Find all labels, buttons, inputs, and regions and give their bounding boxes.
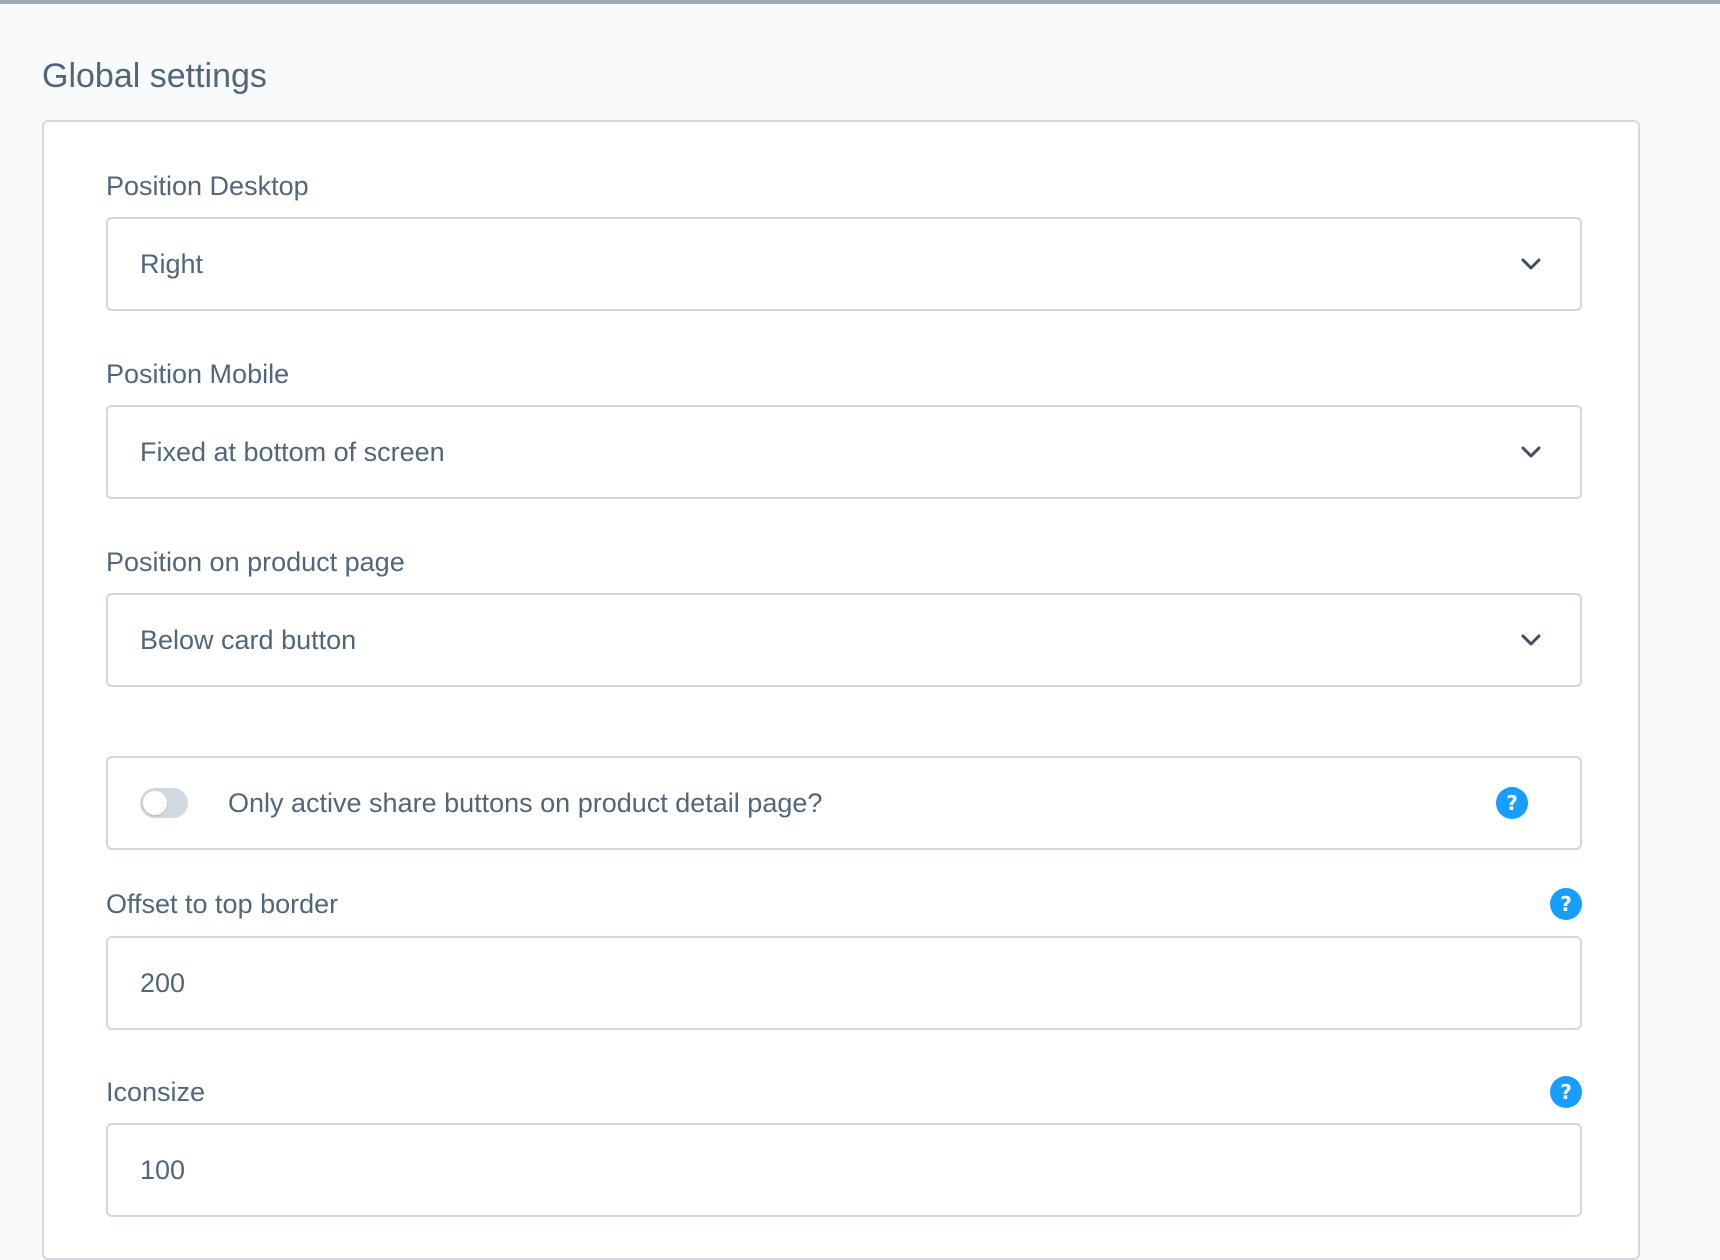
- only-active-share-toggle[interactable]: [140, 788, 188, 818]
- chevron-down-icon: [1521, 634, 1541, 646]
- position-mobile-label: Position Mobile: [106, 359, 290, 389]
- offset-top-value: 200: [140, 968, 186, 998]
- help-icon[interactable]: ?: [1550, 1076, 1582, 1108]
- only-active-share-label: Only active share buttons on product det…: [228, 788, 823, 818]
- position-product-page-select[interactable]: Below card button: [106, 593, 1582, 687]
- position-product-page-value: Below card button: [140, 625, 357, 655]
- position-mobile-select[interactable]: Fixed at bottom of screen: [106, 405, 1582, 499]
- position-desktop-select[interactable]: Right: [106, 217, 1582, 311]
- global-settings-card: Position Desktop Right Position Mobile F…: [42, 120, 1640, 1260]
- position-desktop-value: Right: [140, 249, 204, 279]
- help-icon[interactable]: ?: [1550, 888, 1582, 920]
- chevron-down-icon: [1521, 446, 1541, 458]
- position-mobile-value: Fixed at bottom of screen: [140, 437, 445, 467]
- iconsize-input[interactable]: 100: [106, 1123, 1582, 1217]
- offset-top-label: Offset to top border: [106, 889, 339, 919]
- only-active-share-toggle-row: Only active share buttons on product det…: [106, 756, 1582, 850]
- iconsize-value: 100: [140, 1155, 186, 1185]
- toggle-knob: [143, 791, 167, 815]
- position-desktop-label: Position Desktop: [106, 171, 309, 201]
- position-product-page-label: Position on product page: [106, 547, 405, 577]
- iconsize-label: Iconsize: [106, 1077, 206, 1107]
- offset-top-input[interactable]: 200: [106, 936, 1582, 1030]
- page-title: Global settings: [42, 57, 267, 95]
- help-icon[interactable]: ?: [1496, 787, 1528, 819]
- settings-page: Global settings Position Desktop Right P…: [0, 4, 1720, 1260]
- chevron-down-icon: [1521, 258, 1541, 270]
